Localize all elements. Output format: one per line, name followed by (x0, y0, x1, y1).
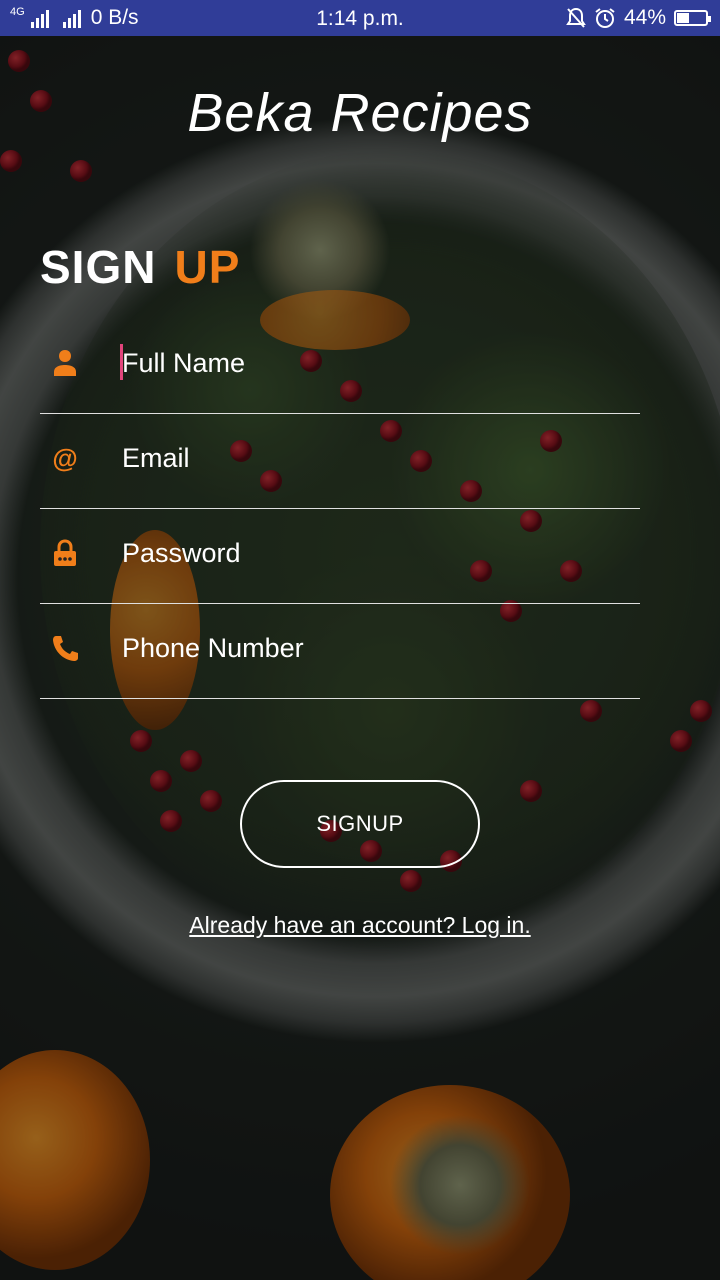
phone-input[interactable] (120, 627, 624, 669)
at-icon: @ (52, 443, 78, 473)
battery-icon (674, 10, 711, 26)
alarm-icon (595, 8, 615, 28)
login-link[interactable]: Already have an account? Log in. (0, 912, 720, 939)
password-field (40, 508, 640, 604)
status-bar: 4G 0 B/s 1:14 p.m. 44% (0, 0, 720, 36)
phone-icon (50, 633, 80, 663)
mute-bell-icon (566, 7, 586, 28)
app-title: Beka Recipes (187, 83, 533, 143)
page-heading: SIGN UP (40, 240, 240, 294)
full-name-field (40, 318, 640, 414)
person-icon (50, 348, 80, 378)
email-input[interactable] (120, 437, 624, 479)
text-cursor (120, 344, 123, 380)
status-right: 44% (566, 6, 711, 30)
lock-icon (50, 538, 80, 568)
full-name-input[interactable] (120, 342, 624, 384)
signup-button[interactable]: SIGNUP (240, 780, 480, 868)
password-input[interactable] (120, 532, 624, 574)
phone-field (40, 603, 640, 699)
heading-up: UP (174, 241, 241, 293)
battery-percent: 44% (623, 6, 666, 29)
email-field: @ (40, 413, 640, 509)
heading-sign: SIGN (40, 241, 157, 293)
